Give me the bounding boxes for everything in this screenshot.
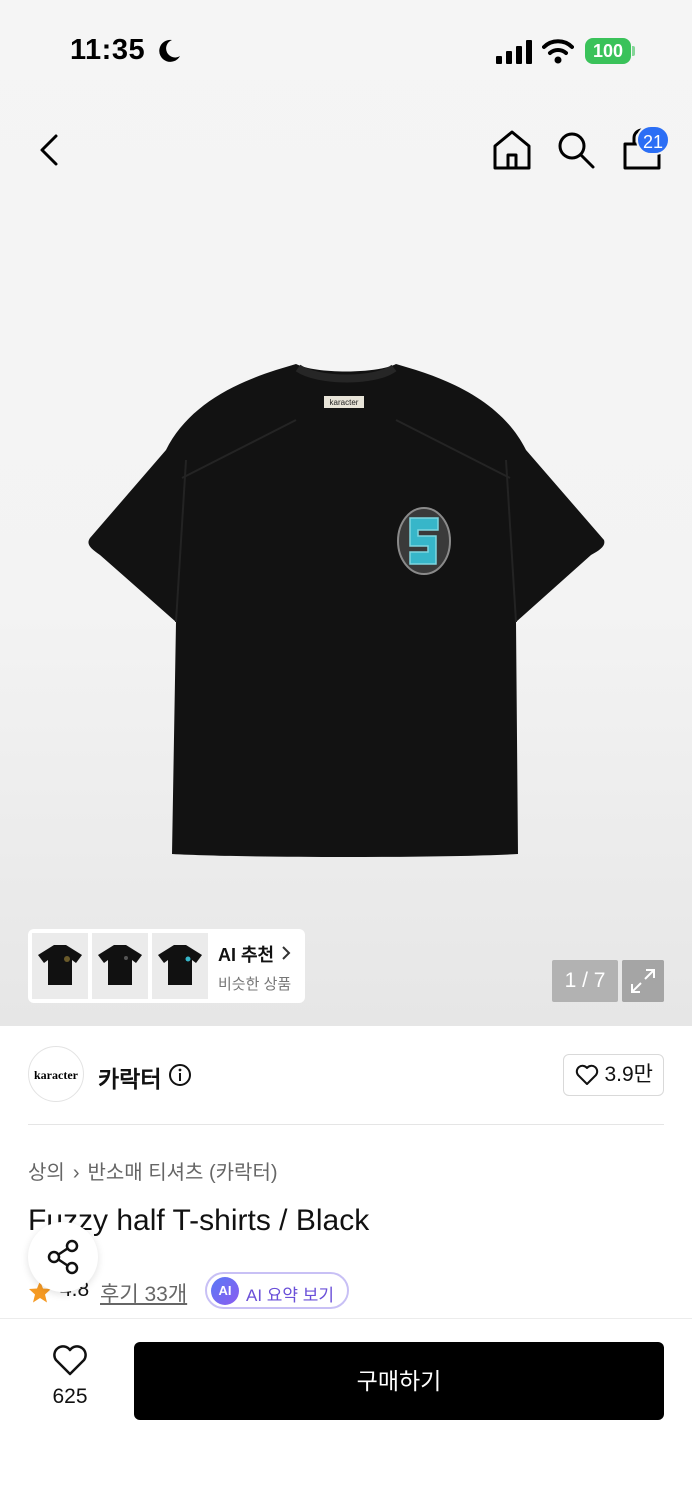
review-count-link[interactable]: 후기 33개: [100, 1278, 187, 1308]
wifi-icon: [542, 39, 574, 64]
back-icon[interactable]: [30, 128, 70, 172]
brand-like-button[interactable]: 3.9만: [563, 1054, 664, 1096]
info-icon[interactable]: [168, 1063, 192, 1087]
share-icon: [47, 1239, 79, 1275]
tshirt-image: karacter: [88, 364, 605, 857]
status-time: 11:35: [70, 34, 146, 66]
expand-icon[interactable]: [622, 960, 664, 1002]
brand-logo[interactable]: karacter: [28, 1046, 84, 1102]
thumbnail-3[interactable]: [152, 933, 208, 999]
battery-indicator: 100: [585, 38, 635, 64]
heart-icon: [576, 1064, 599, 1085]
ai-badge-icon: AI: [211, 1277, 239, 1305]
favorite-count: 625: [52, 1385, 88, 1408]
thumbnail-strip[interactable]: AI 추천 비슷한 상품: [28, 929, 305, 1003]
tshirt-thumbnail-icon: [158, 945, 202, 985]
brand-row[interactable]: karacter 카락터 3.9만: [28, 1046, 664, 1104]
image-page-counter: 1 / 7: [552, 960, 618, 1002]
ai-summary-button[interactable]: AI AI 요약 보기: [205, 1272, 349, 1309]
chevron-right-icon: ›: [72, 1162, 80, 1184]
battery-nub: [632, 46, 635, 56]
signal-icon: [496, 40, 532, 64]
share-button[interactable]: [28, 1222, 98, 1292]
breadcrumb: 상의 › 반소매 티셔츠 (카락터): [28, 1156, 278, 1185]
thumbnail-1[interactable]: [32, 933, 88, 999]
breadcrumb-item-category[interactable]: 상의: [28, 1162, 65, 1184]
chevron-right-icon: [282, 946, 291, 960]
ai-summary-label: AI 요약 보기: [246, 1286, 335, 1305]
status-bar: 11:35 100: [0, 0, 692, 100]
shirt-tag-text: karacter: [330, 398, 359, 407]
divider: [28, 1124, 664, 1125]
battery-level: 100: [585, 38, 631, 64]
favorite-button[interactable]: 625: [28, 1345, 112, 1415]
tshirt-thumbnail-icon: [98, 945, 142, 985]
heart-icon: [53, 1345, 87, 1376]
search-icon[interactable]: [556, 130, 596, 170]
buy-button[interactable]: 구매하기: [134, 1342, 664, 1420]
ai-recommend-subtitle: 비슷한 상품: [218, 976, 292, 993]
bottom-action-bar: 625 구매하기: [0, 1318, 692, 1500]
cart-count-badge: 21: [636, 125, 670, 155]
tshirt-thumbnail-icon: [38, 945, 82, 985]
home-icon[interactable]: [492, 129, 532, 171]
moon-icon: [159, 39, 180, 62]
brand-name[interactable]: 카락터: [98, 1060, 161, 1094]
thumbnail-2[interactable]: [92, 933, 148, 999]
brand-like-count: 3.9만: [604, 1063, 653, 1086]
breadcrumb-item-subcategory[interactable]: 반소매 티셔츠 (카락터): [87, 1162, 277, 1184]
